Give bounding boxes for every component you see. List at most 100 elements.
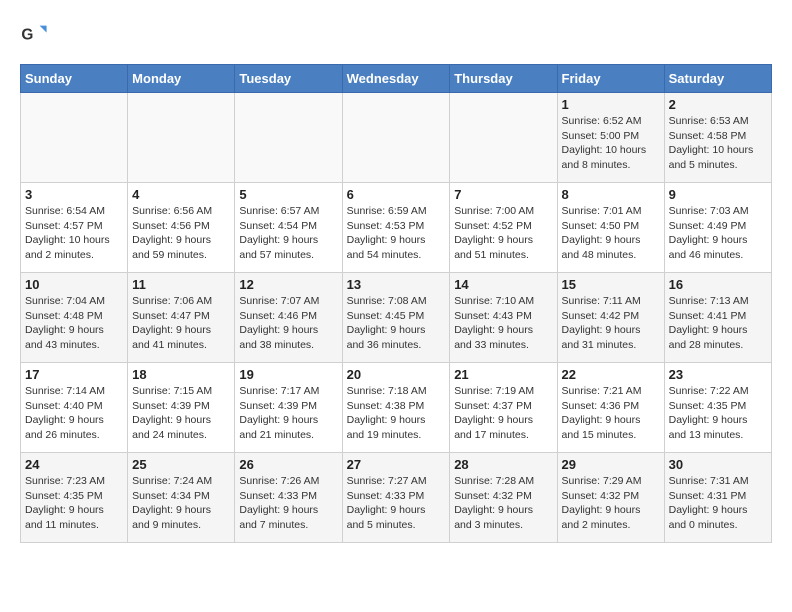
calendar-header: SundayMondayTuesdayWednesdayThursdayFrid… (21, 65, 772, 93)
calendar-cell: 9 Sunrise: 7:03 AM Sunset: 4:49 PM Daylig… (664, 183, 771, 273)
logo: G (20, 20, 52, 48)
day-number: 23 (669, 367, 767, 382)
day-number: 2 (669, 97, 767, 112)
day-number: 16 (669, 277, 767, 292)
calendar-cell (128, 93, 235, 183)
weekday-saturday: Saturday (664, 65, 771, 93)
calendar-body: 1 Sunrise: 6:52 AM Sunset: 5:00 PM Daylig… (21, 93, 772, 543)
calendar-cell: 16 Sunrise: 7:13 AM Sunset: 4:41 PM Dayli… (664, 273, 771, 363)
day-number: 29 (562, 457, 660, 472)
day-number: 12 (239, 277, 337, 292)
calendar-cell: 15Sunrise: 7:11 AM Sunset: 4:42 PM Dayli… (557, 273, 664, 363)
day-number: 13 (347, 277, 446, 292)
day-info: Sunrise: 7:01 AM Sunset: 4:50 PM Dayligh… (562, 204, 660, 263)
day-info: Sunrise: 7:24 AM Sunset: 4:34 PM Dayligh… (132, 474, 230, 533)
day-info: Sunrise: 7:15 AM Sunset: 4:39 PM Dayligh… (132, 384, 230, 443)
calendar-cell (450, 93, 557, 183)
calendar-cell: 10 Sunrise: 7:04 AM Sunset: 4:48 PM Dayli… (21, 273, 128, 363)
day-info: Sunrise: 7:04 AM Sunset: 4:48 PM Dayligh… (25, 294, 123, 353)
day-info: Sunrise: 7:23 AM Sunset: 4:35 PM Dayligh… (25, 474, 123, 533)
calendar-cell: 12 Sunrise: 7:07 AM Sunset: 4:46 PM Dayli… (235, 273, 342, 363)
calendar-cell: 5 Sunrise: 6:57 AM Sunset: 4:54 PM Daylig… (235, 183, 342, 273)
weekday-thursday: Thursday (450, 65, 557, 93)
day-number: 4 (132, 187, 230, 202)
calendar-cell: 7 Sunrise: 7:00 AM Sunset: 4:52 PM Daylig… (450, 183, 557, 273)
calendar-cell (21, 93, 128, 183)
calendar-cell: 14Sunrise: 7:10 AM Sunset: 4:43 PM Dayli… (450, 273, 557, 363)
day-number: 18 (132, 367, 230, 382)
day-info: Sunrise: 7:26 AM Sunset: 4:33 PM Dayligh… (239, 474, 337, 533)
day-info: Sunrise: 7:17 AM Sunset: 4:39 PM Dayligh… (239, 384, 337, 443)
day-number: 20 (347, 367, 446, 382)
calendar: SundayMondayTuesdayWednesdayThursdayFrid… (20, 64, 772, 543)
day-number: 14 (454, 277, 552, 292)
day-info: Sunrise: 7:13 AM Sunset: 4:41 PM Dayligh… (669, 294, 767, 353)
calendar-cell: 1 Sunrise: 6:52 AM Sunset: 5:00 PM Daylig… (557, 93, 664, 183)
day-info: Sunrise: 7:00 AM Sunset: 4:52 PM Dayligh… (454, 204, 552, 263)
page-header: G (20, 20, 772, 48)
calendar-cell: 27 Sunrise: 7:27 AM Sunset: 4:33 PM Dayli… (342, 453, 450, 543)
day-info: Sunrise: 7:21 AM Sunset: 4:36 PM Dayligh… (562, 384, 660, 443)
week-row-5: 24Sunrise: 7:23 AM Sunset: 4:35 PM Dayli… (21, 453, 772, 543)
day-info: Sunrise: 7:28 AM Sunset: 4:32 PM Dayligh… (454, 474, 552, 533)
day-number: 17 (25, 367, 123, 382)
day-info: Sunrise: 7:14 AM Sunset: 4:40 PM Dayligh… (25, 384, 123, 443)
weekday-row: SundayMondayTuesdayWednesdayThursdayFrid… (21, 65, 772, 93)
day-info: Sunrise: 7:18 AM Sunset: 4:38 PM Dayligh… (347, 384, 446, 443)
day-number: 1 (562, 97, 660, 112)
day-number: 6 (347, 187, 446, 202)
calendar-cell: 22 Sunrise: 7:21 AM Sunset: 4:36 PM Dayli… (557, 363, 664, 453)
calendar-cell: 24Sunrise: 7:23 AM Sunset: 4:35 PM Dayli… (21, 453, 128, 543)
calendar-cell: 29 Sunrise: 7:29 AM Sunset: 4:32 PM Dayli… (557, 453, 664, 543)
calendar-cell: 26 Sunrise: 7:26 AM Sunset: 4:33 PM Dayli… (235, 453, 342, 543)
day-info: Sunrise: 7:08 AM Sunset: 4:45 PM Dayligh… (347, 294, 446, 353)
day-info: Sunrise: 6:52 AM Sunset: 5:00 PM Dayligh… (562, 114, 660, 173)
day-number: 10 (25, 277, 123, 292)
day-number: 26 (239, 457, 337, 472)
day-info: Sunrise: 6:53 AM Sunset: 4:58 PM Dayligh… (669, 114, 767, 173)
calendar-cell (235, 93, 342, 183)
day-number: 19 (239, 367, 337, 382)
day-number: 25 (132, 457, 230, 472)
calendar-cell: 28 Sunrise: 7:28 AM Sunset: 4:32 PM Dayli… (450, 453, 557, 543)
day-number: 8 (562, 187, 660, 202)
day-number: 11 (132, 277, 230, 292)
day-number: 3 (25, 187, 123, 202)
day-info: Sunrise: 6:56 AM Sunset: 4:56 PM Dayligh… (132, 204, 230, 263)
logo-icon: G (20, 20, 48, 48)
weekday-tuesday: Tuesday (235, 65, 342, 93)
calendar-cell: 11 Sunrise: 7:06 AM Sunset: 4:47 PM Dayli… (128, 273, 235, 363)
week-row-4: 17 Sunrise: 7:14 AM Sunset: 4:40 PM Dayli… (21, 363, 772, 453)
day-info: Sunrise: 7:03 AM Sunset: 4:49 PM Dayligh… (669, 204, 767, 263)
day-number: 5 (239, 187, 337, 202)
day-number: 7 (454, 187, 552, 202)
day-info: Sunrise: 7:06 AM Sunset: 4:47 PM Dayligh… (132, 294, 230, 353)
day-number: 9 (669, 187, 767, 202)
day-number: 28 (454, 457, 552, 472)
week-row-1: 1 Sunrise: 6:52 AM Sunset: 5:00 PM Daylig… (21, 93, 772, 183)
day-number: 22 (562, 367, 660, 382)
calendar-cell (342, 93, 450, 183)
weekday-monday: Monday (128, 65, 235, 93)
day-info: Sunrise: 7:22 AM Sunset: 4:35 PM Dayligh… (669, 384, 767, 443)
day-info: Sunrise: 7:11 AM Sunset: 4:42 PM Dayligh… (562, 294, 660, 353)
calendar-cell: 4 Sunrise: 6:56 AM Sunset: 4:56 PM Daylig… (128, 183, 235, 273)
calendar-cell: 25 Sunrise: 7:24 AM Sunset: 4:34 PM Dayli… (128, 453, 235, 543)
week-row-2: 3 Sunrise: 6:54 AM Sunset: 4:57 PM Daylig… (21, 183, 772, 273)
calendar-cell: 6 Sunrise: 6:59 AM Sunset: 4:53 PM Daylig… (342, 183, 450, 273)
day-info: Sunrise: 7:07 AM Sunset: 4:46 PM Dayligh… (239, 294, 337, 353)
day-number: 30 (669, 457, 767, 472)
weekday-wednesday: Wednesday (342, 65, 450, 93)
day-info: Sunrise: 7:27 AM Sunset: 4:33 PM Dayligh… (347, 474, 446, 533)
day-number: 21 (454, 367, 552, 382)
calendar-cell: 20 Sunrise: 7:18 AM Sunset: 4:38 PM Dayli… (342, 363, 450, 453)
day-info: Sunrise: 7:29 AM Sunset: 4:32 PM Dayligh… (562, 474, 660, 533)
calendar-cell: 30Sunrise: 7:31 AM Sunset: 4:31 PM Dayli… (664, 453, 771, 543)
day-number: 27 (347, 457, 446, 472)
day-info: Sunrise: 6:57 AM Sunset: 4:54 PM Dayligh… (239, 204, 337, 263)
calendar-cell: 13 Sunrise: 7:08 AM Sunset: 4:45 PM Dayli… (342, 273, 450, 363)
day-info: Sunrise: 6:59 AM Sunset: 4:53 PM Dayligh… (347, 204, 446, 263)
day-info: Sunrise: 7:19 AM Sunset: 4:37 PM Dayligh… (454, 384, 552, 443)
day-info: Sunrise: 6:54 AM Sunset: 4:57 PM Dayligh… (25, 204, 123, 263)
calendar-cell: 8 Sunrise: 7:01 AM Sunset: 4:50 PM Daylig… (557, 183, 664, 273)
